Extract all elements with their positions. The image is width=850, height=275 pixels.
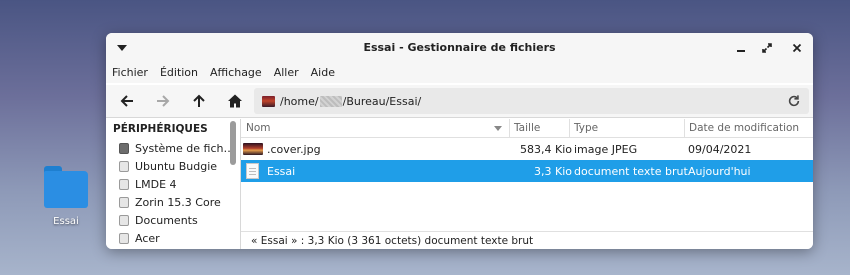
sidebar-item-zorin[interactable]: Zorin 15.3 Core [119,193,221,211]
file-type: document texte brut [574,165,688,178]
sidebar-item-ubuntu-budgie[interactable]: Ubuntu Budgie [119,157,217,175]
menu-fichier[interactable]: Fichier [106,63,154,83]
desktop-icon-label: Essai [53,216,79,227]
path-suffix: /Bureau/Essai/ [342,94,422,108]
system-drive-icon [119,142,129,154]
file-size: 583,4 Kio [520,143,572,156]
sidebar-item-systeme[interactable]: Système de fich… [119,139,234,157]
drive-icon [119,214,129,226]
home-button[interactable] [223,90,247,112]
sidebar-header: PÉRIPHÉRIQUES [113,123,208,135]
image-thumbnail-icon [243,143,263,155]
sidebar: PÉRIPHÉRIQUES Système de fich… Ubuntu Bu… [106,119,241,249]
file-name: Essai [267,165,296,178]
minimize-icon [737,50,745,52]
status-text: « Essai » : 3,3 Kio (3 361 octets) docum… [251,235,534,247]
toolbar: /home/ /Bureau/Essai/ [106,85,813,118]
path-prefix: /home/ [280,94,319,108]
back-button[interactable] [115,90,139,112]
arrow-left-icon [120,95,133,107]
refresh-icon[interactable] [787,94,801,108]
text-document-icon [246,163,259,179]
redacted-username [319,95,342,107]
sidebar-item-label: Système de fich… [135,141,235,155]
column-type[interactable]: Type [574,122,598,134]
menu-edition[interactable]: Édition [154,63,204,83]
arrow-up-icon [193,94,205,107]
sort-descending-icon [494,126,502,131]
sidebar-item-label: Documents [135,213,198,227]
drive-icon [119,232,129,244]
sidebar-item-label: Zorin 15.3 Core [135,195,221,209]
close-icon [792,43,802,53]
maximize-button[interactable] [759,40,775,56]
sidebar-item-label: Ubuntu Budgie [135,159,218,173]
folder-thumbnail-icon [262,95,275,107]
location-path: /home/ /Bureau/Essai/ [280,95,421,108]
file-type: image JPEG [574,143,638,156]
sidebar-item-acer[interactable]: Acer [119,229,160,247]
home-icon [228,94,242,108]
menu-aller[interactable]: Aller [268,63,305,83]
title-bar[interactable]: Essai - Gestionnaire de fichiers [106,33,813,63]
column-date[interactable]: Date de modification [689,122,799,134]
sidebar-scrollbar-thumb[interactable] [230,121,236,165]
file-size: 3,3 Kio [534,165,572,178]
desktop-folder-essai[interactable]: Essai [38,166,94,227]
file-name: .cover.jpg [267,143,321,156]
column-headers: Nom Taille Type Date de modification [241,119,813,138]
file-date: 09/04/2021 [688,143,752,156]
sidebar-item-label: Acer [135,231,160,245]
column-size[interactable]: Taille [514,122,540,134]
location-bar[interactable]: /home/ /Bureau/Essai/ [254,88,809,114]
up-button[interactable] [187,90,211,112]
file-date: Aujourd'hui [688,165,751,178]
sidebar-item-documents[interactable]: Documents [119,211,198,229]
close-button[interactable] [789,40,805,56]
drive-icon [119,160,129,172]
sidebar-item-label: LMDE 4 [135,177,177,191]
sidebar-item-lmde[interactable]: LMDE 4 [119,175,177,193]
arrow-right-icon [157,95,170,107]
drive-icon [119,196,129,208]
drive-icon [119,178,129,190]
file-manager-window: Essai - Gestionnaire de fichiers Fichier… [106,33,813,249]
status-bar: « Essai » : 3,3 Kio (3 361 octets) docum… [241,231,813,249]
table-row[interactable]: .cover.jpg 583,4 Kio image JPEG 09/04/20… [241,138,813,160]
window-title: Essai - Gestionnaire de fichiers [363,41,556,54]
menu-affichage[interactable]: Affichage [204,63,268,83]
column-name[interactable]: Nom [246,122,271,134]
file-list: Nom Taille Type Date de modification .co… [241,119,813,231]
forward-button[interactable] [151,90,175,112]
folder-icon [44,166,88,208]
table-row-selected[interactable]: Essai 3,3 Kio document texte brut Aujour… [241,160,813,182]
minimize-button[interactable] [733,40,749,56]
maximize-icon [762,43,772,53]
menu-aide[interactable]: Aide [305,63,341,83]
menu-bar: Fichier Édition Affichage Aller Aide [106,63,813,83]
